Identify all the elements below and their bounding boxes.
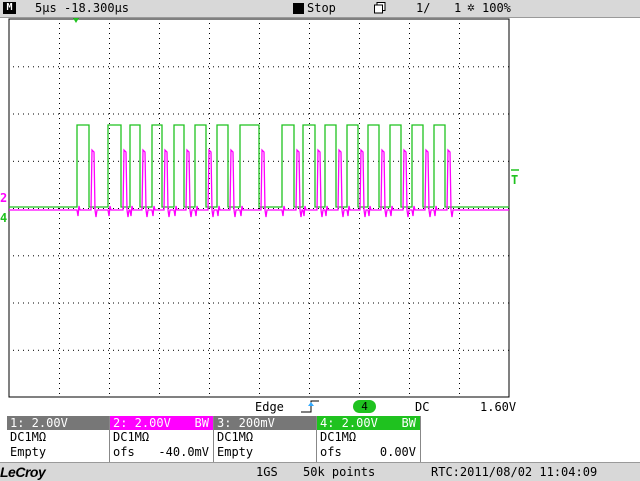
gear-icon[interactable]: ✲ bbox=[467, 1, 480, 15]
channel-2-coupling: DC1MΩ bbox=[110, 430, 213, 445]
record-length[interactable]: 50k points bbox=[303, 465, 375, 480]
real-time-clock: RTC:2011/08/02 11:04:09 bbox=[431, 465, 598, 479]
channel-4-box[interactable]: 4: 2.00V BW DC1MΩ ofs 0.00V bbox=[317, 416, 421, 462]
bottom-status-bar: LeCroy 1GS 50k points RTC:2011/08/02 11:… bbox=[0, 462, 640, 481]
brand-logo: LeCroy bbox=[0, 464, 46, 480]
channel-4-offset: ofs 0.00V bbox=[317, 445, 420, 460]
channel-1-coupling: DC1MΩ bbox=[7, 430, 109, 445]
channel-1-header[interactable]: 1: 2.00V bbox=[7, 416, 109, 430]
ch2-level-marker[interactable]: 2 bbox=[0, 191, 7, 205]
channel-2-offset-value: -40.0mV bbox=[158, 445, 209, 459]
channel-4-scale: 4: 2.00V bbox=[320, 416, 378, 430]
sample-rate[interactable]: 1GS bbox=[256, 465, 278, 480]
channel-1-offset-label: Empty bbox=[7, 445, 109, 460]
status-bar: M 5µs -18.300µs Stop 1/ 1 ✲ 100% bbox=[0, 0, 640, 18]
acquisition-count: 1/ bbox=[416, 1, 431, 15]
ch4-level-marker[interactable]: 4 bbox=[0, 211, 7, 225]
channel-2-offset: ofs -40.0mV bbox=[110, 445, 213, 460]
channel-2-scale: 2: 2.00V bbox=[113, 416, 171, 430]
channel-2-offset-label: ofs bbox=[113, 445, 135, 459]
trigger-source-badge[interactable]: 4 bbox=[353, 400, 376, 413]
channel-4-offset-label: ofs bbox=[320, 445, 342, 459]
channel-1-box[interactable]: 1: 2.00V DC1MΩ Empty bbox=[7, 416, 110, 462]
trigger-coupling[interactable]: DC bbox=[415, 400, 429, 414]
delay-readout[interactable]: -18.300µs bbox=[64, 1, 129, 16]
channel-3-box[interactable]: 3: 200mV DC1MΩ Empty bbox=[214, 416, 317, 462]
copy-icon[interactable] bbox=[374, 2, 386, 14]
trigger-level-marker[interactable]: T bbox=[511, 173, 518, 187]
channel-4-header[interactable]: 4: 2.00V BW bbox=[317, 416, 420, 430]
channel-4-coupling: DC1MΩ bbox=[317, 430, 420, 445]
channel-2-box[interactable]: 2: 2.00V BW DC1MΩ ofs -40.0mV bbox=[110, 416, 214, 462]
trigger-readout[interactable]: Edge DC 1.60V bbox=[0, 398, 640, 416]
acquisition-total: 1 bbox=[454, 1, 462, 15]
trigger-level[interactable]: 1.60V bbox=[480, 400, 516, 414]
trigger-type[interactable]: Edge bbox=[255, 400, 284, 414]
zoom-readout[interactable]: 100% bbox=[482, 1, 511, 16]
rising-edge-icon bbox=[301, 400, 319, 413]
run-state[interactable]: Stop bbox=[307, 1, 336, 16]
channel-2-bw-limit: BW bbox=[194, 416, 209, 430]
channel-3-offset-label: Empty bbox=[214, 445, 316, 460]
stop-icon bbox=[293, 3, 304, 14]
channel-2-header[interactable]: 2: 2.00V BW bbox=[110, 416, 213, 430]
channel-3-header[interactable]: 3: 200mV bbox=[214, 416, 316, 430]
waveform-display[interactable]: 2 4 T bbox=[0, 17, 640, 398]
channel-4-offset-value: 0.00V bbox=[379, 445, 416, 459]
channel-4-bw-limit: BW bbox=[401, 416, 416, 430]
mode-indicator[interactable]: M bbox=[3, 2, 16, 14]
channel-3-coupling: DC1MΩ bbox=[214, 430, 316, 445]
timebase-readout[interactable]: 5µs bbox=[35, 1, 57, 16]
